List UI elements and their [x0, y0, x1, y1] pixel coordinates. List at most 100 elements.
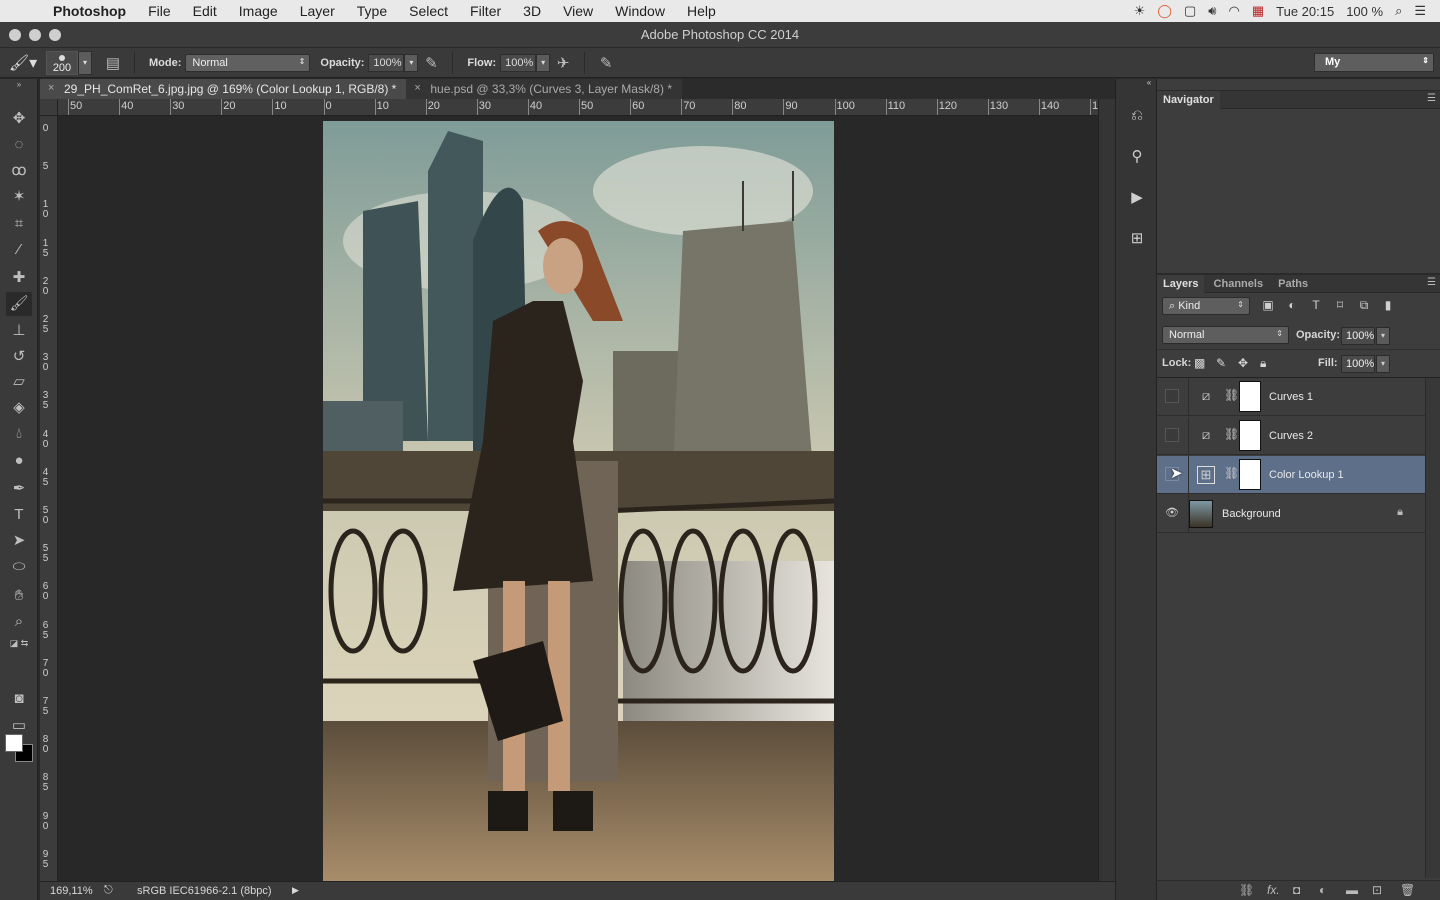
pen-tool-icon[interactable]: ✒︎ — [6, 477, 32, 501]
filter-kind-dropdown[interactable]: ⌕ Kind ⇕ — [1162, 297, 1250, 315]
horizontal-ruler[interactable]: 50 40 30 20 10 0 10 20 30 40 50 60 70 80 90 100 110 120 13… — [58, 99, 1098, 116]
filter-toggle-icon[interactable]: ▮ — [1379, 298, 1397, 316]
layer-mask-thumbnail[interactable] — [1239, 459, 1261, 490]
pressure-size-icon[interactable]: ✎ — [593, 54, 619, 72]
menu-file[interactable]: File — [137, 3, 182, 19]
mode-dropdown[interactable]: Normal ⇕ — [185, 53, 311, 72]
filter-smart-object-icon[interactable]: ⧉ — [1355, 298, 1373, 316]
airbrush-icon[interactable]: ✈︎ — [550, 54, 576, 72]
brush-preset-icon[interactable]: 🖌︎▾ — [0, 53, 46, 73]
notification-list-icon[interactable]: ☰ — [1414, 3, 1426, 19]
brush-size-picker[interactable]: 200 — [46, 50, 78, 75]
swap-colors-icon[interactable]: ◪ ⇆ — [6, 636, 32, 650]
new-layer-icon[interactable]: ⊡ — [1372, 883, 1382, 897]
panel-menu-icon[interactable]: ☰ — [1427, 277, 1436, 288]
tab-paths[interactable]: Paths — [1272, 275, 1314, 293]
move-tool-icon[interactable]: ✥ — [6, 107, 32, 131]
screen-mode-icon[interactable]: ▭ — [6, 714, 32, 738]
history-brush-tool-icon[interactable]: ↺ — [6, 345, 32, 369]
lock-image-icon[interactable]: ✎ — [1216, 356, 1226, 370]
export-icon[interactable]: ⎋ — [104, 884, 113, 897]
layer-opacity-input[interactable]: 100% — [1341, 327, 1375, 345]
visibility-toggle[interactable] — [1165, 428, 1179, 442]
menu-edit[interactable]: Edit — [182, 3, 228, 19]
document-image[interactable] — [323, 121, 834, 881]
clone-stamp-tool-icon[interactable]: ⊥ — [6, 319, 32, 343]
path-selection-tool-icon[interactable]: ➤ — [6, 529, 32, 553]
dock-collapse-icon[interactable]: « — [1144, 77, 1154, 89]
tab-layers[interactable]: Layers — [1157, 275, 1205, 293]
filter-shape-icon[interactable]: ⌑ — [1331, 298, 1349, 316]
layers-scrollbar[interactable] — [1425, 378, 1440, 878]
color-swatches[interactable] — [5, 734, 35, 764]
tab-channels[interactable]: Channels — [1208, 275, 1270, 293]
quick-mask-icon[interactable]: ◙ — [6, 687, 32, 711]
spotlight-search-icon[interactable]: ⌕ — [1395, 3, 1402, 19]
menu-help[interactable]: Help — [676, 3, 727, 19]
hand-tool-icon[interactable]: ✋︎ — [6, 584, 32, 608]
color-lookup-adjustment-icon[interactable]: ⊞ — [1197, 466, 1215, 484]
fill-arrow[interactable]: ▾ — [1376, 355, 1390, 373]
healing-brush-tool-icon[interactable]: ✚ — [6, 266, 32, 290]
layer-row[interactable]: ⧄ ⛓︎ Curves 1 — [1157, 378, 1425, 416]
menu-app[interactable]: Photoshop — [42, 3, 137, 19]
lock-position-icon[interactable]: ✥ — [1238, 356, 1248, 370]
battery-status[interactable]: 100 % — [1346, 4, 1383, 19]
doc-tab[interactable]: × hue.psd @ 33,3% (Curves 3, Layer Mask/… — [406, 79, 682, 99]
layer-row-selected[interactable]: ⊞ ⛓︎ Color Lookup 1 — [1157, 456, 1425, 494]
eyedropper-tool-icon[interactable]: ⁄ — [6, 238, 32, 262]
brush-size-dropdown-arrow[interactable]: ▾ — [78, 50, 92, 75]
status-menu-arrow-icon[interactable]: ▶ — [292, 885, 299, 896]
panel-collapse-icon[interactable]: » — [6, 80, 32, 90]
panel-menu-icon[interactable]: ☰ — [1427, 93, 1436, 104]
curves-adjustment-icon[interactable]: ⧄ — [1197, 388, 1215, 406]
layer-mask-thumbnail[interactable] — [1239, 381, 1261, 412]
doc-tab-active[interactable]: × 29_PH_ComRet_6.jpg.jpg @ 169% (Color L… — [40, 79, 407, 99]
link-layers-icon[interactable]: ⛓︎ — [1239, 883, 1254, 897]
blend-mode-dropdown[interactable]: Normal ⇕ — [1162, 326, 1289, 344]
layer-style-fx-icon[interactable]: fx. — [1267, 883, 1280, 897]
filter-adjustment-icon[interactable]: ◐ — [1283, 298, 1301, 316]
clock[interactable]: Tue 20:15 — [1276, 4, 1334, 19]
ellipse-tool-icon[interactable]: ⬭ — [6, 555, 32, 579]
magic-wand-tool-icon[interactable]: ✶ — [6, 185, 32, 209]
eraser-tool-icon[interactable]: ▱ — [6, 370, 32, 394]
layer-name[interactable]: Color Lookup 1 — [1269, 469, 1344, 481]
crop-tool-icon[interactable]: ⌗ — [6, 212, 32, 236]
layer-opacity-arrow[interactable]: ▾ — [1376, 327, 1390, 345]
ruler-origin[interactable] — [40, 99, 58, 116]
layer-row[interactable]: ⧄ ⛓︎ Curves 2 — [1157, 417, 1425, 455]
menu-layer[interactable]: Layer — [289, 3, 346, 19]
close-tab-icon[interactable]: × — [48, 82, 54, 94]
new-group-icon[interactable]: ▬ — [1346, 883, 1358, 897]
delete-layer-icon[interactable]: 🗑︎ — [1400, 883, 1415, 897]
paint-bucket-tool-icon[interactable]: ◈ — [6, 396, 32, 420]
finder-icon[interactable]: ▢ — [1184, 3, 1196, 19]
brush-tool-icon[interactable]: 🖌︎ — [6, 292, 32, 316]
layer-name[interactable]: Curves 1 — [1269, 391, 1313, 403]
menu-window[interactable]: Window — [604, 3, 676, 19]
elliptical-marquee-tool-icon[interactable]: ◌ — [6, 133, 32, 157]
canvas-vertical-scrollbar[interactable] — [1098, 99, 1115, 881]
menu-3d[interactable]: 3D — [512, 3, 552, 19]
close-tab-icon[interactable]: × — [414, 82, 420, 94]
flow-input[interactable]: 100% — [500, 53, 537, 72]
properties-panel-icon[interactable]: ⊞ — [1126, 228, 1148, 250]
opera-icon[interactable]: ◯ — [1157, 3, 1172, 19]
wifi-icon[interactable]: ◠ — [1228, 3, 1239, 19]
color-profile-info[interactable]: sRGB IEC61966-2.1 (8bpc) — [137, 885, 272, 897]
volume-icon[interactable]: 🔊︎ — [1208, 3, 1216, 19]
eye-icon[interactable]: 👁︎ — [1165, 506, 1179, 520]
actions-panel-icon[interactable]: ▶ — [1126, 187, 1148, 209]
type-tool-icon[interactable]: T — [6, 503, 32, 527]
visibility-toggle[interactable] — [1165, 389, 1179, 403]
layer-name[interactable]: Curves 2 — [1269, 430, 1313, 442]
blur-tool-icon[interactable]: 💧︎ — [6, 422, 32, 446]
fill-input[interactable]: 100% — [1341, 355, 1375, 373]
brightness-icon[interactable]: ☀ — [1134, 3, 1146, 19]
new-adjustment-layer-icon[interactable]: ◐ — [1319, 883, 1326, 897]
layer-row[interactable]: 👁︎ Background 🔒︎ — [1157, 495, 1425, 533]
filter-pixel-icon[interactable]: ▣ — [1259, 298, 1277, 316]
add-mask-icon[interactable]: ◘ — [1293, 883, 1300, 897]
lock-all-icon[interactable]: 🔒︎ — [1260, 356, 1266, 371]
